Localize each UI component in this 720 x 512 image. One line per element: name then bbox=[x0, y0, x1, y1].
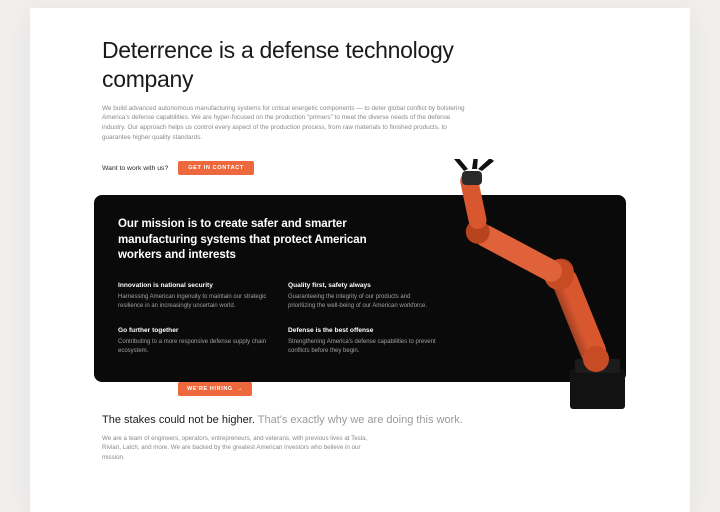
value-item: Go further together Contributing to a mo… bbox=[118, 327, 268, 356]
mission-wrap: Our mission is to create safer and smart… bbox=[94, 195, 626, 396]
value-body: Strengthening America's defense capabili… bbox=[288, 338, 438, 356]
mission-title: Our mission is to create safer and smart… bbox=[118, 217, 398, 264]
get-in-contact-button[interactable]: Get in contact bbox=[178, 161, 254, 175]
hero-title: Deterrence is a defense technology compa… bbox=[102, 36, 462, 94]
mission-card: Our mission is to create safer and smart… bbox=[94, 195, 626, 382]
stakes-body: We are a team of engineers, operators, e… bbox=[102, 434, 372, 463]
cta-row: Want to work with us? Get in contact bbox=[102, 161, 618, 175]
value-title: Defense is the best offense bbox=[288, 327, 438, 334]
stakes-strong: The stakes could not be higher. bbox=[102, 414, 255, 426]
hiring-button-wrap: We're hiring → bbox=[178, 377, 626, 396]
stakes-section: The stakes could not be higher. That's e… bbox=[102, 414, 618, 463]
values-grid: Innovation is national security Harnessi… bbox=[118, 282, 458, 356]
value-body: Contributing to a more responsive defens… bbox=[118, 338, 268, 356]
cta-label: Want to work with us? bbox=[102, 165, 168, 172]
value-title: Go further together bbox=[118, 327, 268, 334]
value-body: Harnessing American ingenuity to maintai… bbox=[118, 293, 268, 311]
hero-body: We build advanced autonomous manufacturi… bbox=[102, 104, 472, 144]
arrow-right-icon: → bbox=[237, 386, 244, 392]
hiring-button[interactable]: We're hiring → bbox=[178, 382, 252, 396]
value-item: Quality first, safety always Guaranteein… bbox=[288, 282, 438, 311]
value-title: Quality first, safety always bbox=[288, 282, 438, 289]
hiring-button-label: We're hiring bbox=[187, 386, 233, 392]
hero-section: Deterrence is a defense technology compa… bbox=[30, 36, 690, 175]
value-body: Guaranteeing the integrity of our produc… bbox=[288, 293, 438, 311]
value-item: Innovation is national security Harnessi… bbox=[118, 282, 268, 311]
value-title: Innovation is national security bbox=[118, 282, 268, 289]
value-item: Defense is the best offense Strengthenin… bbox=[288, 327, 438, 356]
stakes-heading: The stakes could not be higher. That's e… bbox=[102, 414, 618, 426]
stakes-muted: That's exactly why we are doing this wor… bbox=[258, 414, 463, 426]
page: Deterrence is a defense technology compa… bbox=[30, 8, 690, 512]
